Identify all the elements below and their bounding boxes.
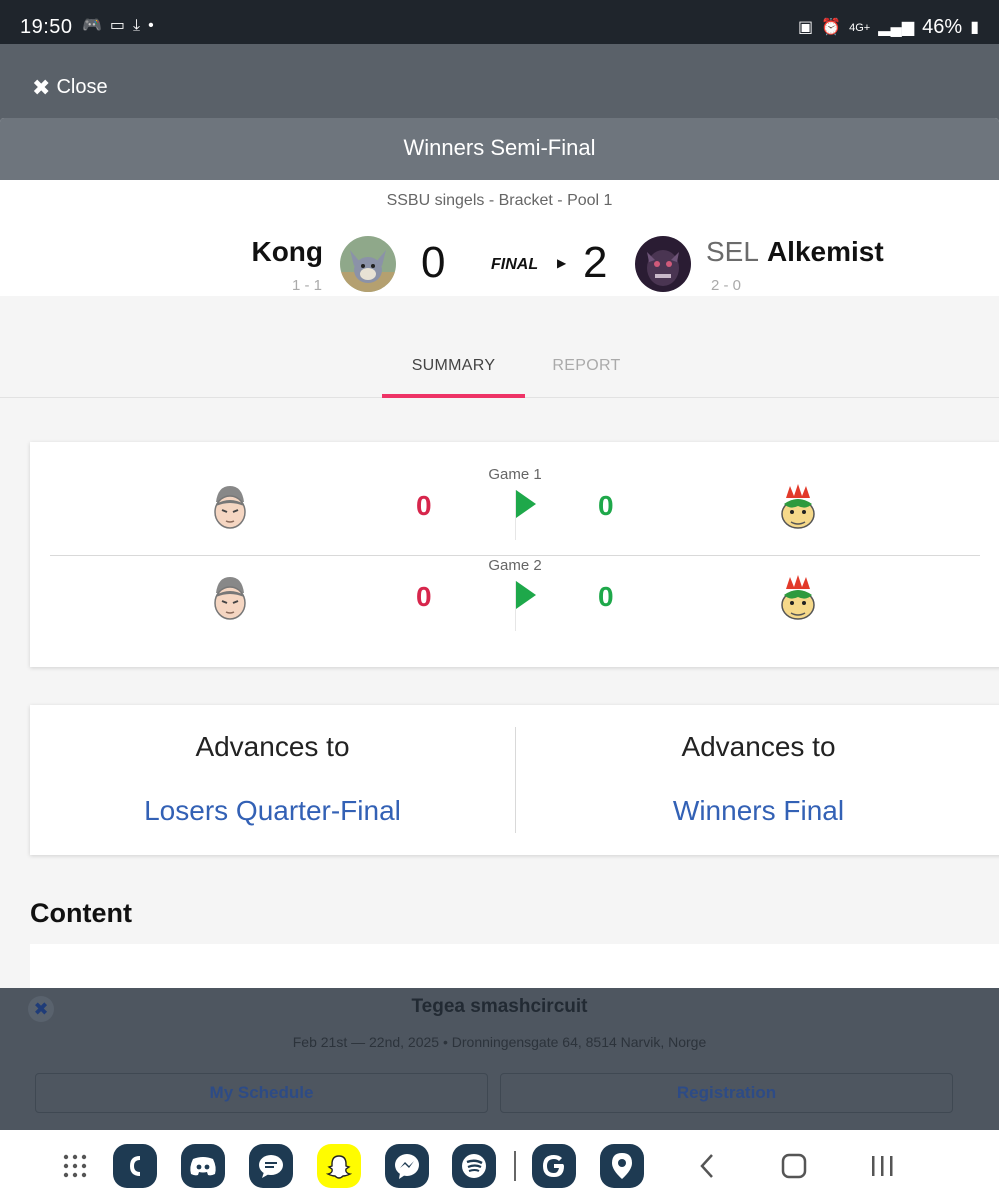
losers-quarter-final-link[interactable]: Losers Quarter-Final (30, 795, 515, 827)
maps-icon[interactable] (600, 1144, 644, 1188)
kazuya-icon (210, 484, 250, 530)
more-notifications-icon: • (148, 17, 154, 34)
network-type: 4G+ (849, 21, 871, 34)
player-right-prefix: SEL (706, 236, 759, 267)
back-icon[interactable] (685, 1144, 729, 1188)
discord-icon[interactable] (181, 1144, 225, 1188)
close-button[interactable]: ✖ Close (32, 76, 108, 99)
tab-report[interactable]: REPORT (529, 350, 644, 398)
close-icon: ✖ (32, 74, 51, 100)
messenger-icon[interactable] (385, 1144, 429, 1188)
content-card (30, 944, 999, 988)
status-bar: 19:50 🎮 ▭ ⤓ • ▣ ⏰ 4G+ ▂▄▆ 46% ▮ (0, 0, 999, 44)
messages-icon[interactable] (249, 1144, 293, 1188)
player-left-name[interactable]: Kong (251, 236, 323, 268)
match-modal: Winners Semi-Final SSBU singels - Bracke… (0, 118, 999, 988)
player-right-score: 2 (583, 238, 608, 287)
left-advance: Advances to Losers Quarter-Final (30, 705, 515, 855)
tab-summary[interactable]: SUMMARY (382, 350, 525, 398)
wallet-notification-icon: ▭ (109, 17, 126, 34)
player-left-record: 1 - 1 (292, 277, 323, 294)
home-icon[interactable] (772, 1144, 816, 1188)
recents-icon[interactable] (860, 1144, 904, 1188)
game-row: Game 2 0 0 (30, 553, 999, 643)
game-label: Game 2 (488, 557, 542, 574)
tab-bar: SUMMARY REPORT (0, 350, 999, 398)
battery-saver-icon: ▣ (798, 18, 814, 36)
player-right-avatar (635, 236, 691, 292)
match-state-label: FINAL (491, 256, 539, 273)
right-game-score: 0 (598, 490, 614, 521)
kazuya-icon (210, 575, 250, 621)
left-game-score: 0 (416, 581, 432, 612)
snapchat-icon[interactable] (317, 1144, 361, 1188)
close-label: Close (56, 76, 108, 98)
game-label: Game 1 (488, 466, 542, 483)
phone-icon[interactable] (113, 1144, 157, 1188)
bowser-icon (778, 484, 818, 530)
dock-separator (514, 1151, 516, 1181)
round-title: Winners Semi-Final (0, 118, 999, 180)
player-left-avatar (340, 236, 396, 292)
winners-final-link[interactable]: Winners Final (516, 795, 999, 827)
download-notification-icon: ⤓ (133, 17, 141, 34)
my-schedule-button[interactable]: My Schedule (35, 1073, 488, 1113)
player-left-score: 0 (421, 238, 446, 287)
winner-arrow-icon: ▶ (557, 256, 567, 270)
game-row: Game 1 0 0 (30, 462, 999, 552)
game-result-arrow-icon (516, 581, 536, 609)
player-right-record: 2 - 0 (711, 277, 742, 294)
content-title: Content (30, 898, 132, 928)
left-game-score: 0 (416, 490, 432, 521)
spotify-icon[interactable] (452, 1144, 496, 1188)
match-header: SSBU singels - Bracket - Pool 1 Kong 1 -… (0, 180, 999, 296)
player-right-name: Alkemist (766, 236, 884, 267)
event-line: SSBU singels - Bracket - Pool 1 (386, 192, 613, 209)
app-drawer-icon[interactable] (53, 1144, 97, 1188)
tournament-panel: ✖ Tegea smashcircuit Feb 21st — 22nd, 20… (0, 988, 999, 1130)
tournament-details: Feb 21st — 22nd, 2025 • Dronningensgate … (292, 1034, 707, 1050)
right-game-score: 0 (598, 581, 614, 612)
battery-icon: ▮ (970, 18, 979, 36)
advances-card: Advances to Losers Quarter-Final Advance… (30, 705, 999, 855)
bowser-icon (778, 575, 818, 621)
nav-bar (0, 1130, 999, 1200)
advances-heading: Advances to (681, 731, 836, 762)
discord-notification-icon: 🎮 (82, 17, 102, 34)
signal-icon: ▂▄▆ (878, 18, 915, 36)
advances-heading: Advances to (195, 731, 350, 762)
status-time: 19:50 (20, 16, 73, 38)
alarm-icon: ⏰ (821, 18, 842, 36)
google-icon[interactable] (532, 1144, 576, 1188)
game-result-arrow-icon (516, 490, 536, 518)
games-card: Game 1 0 0 Game 2 0 0 (30, 442, 999, 667)
tournament-name: Tegea smashcircuit (411, 996, 588, 1017)
top-bar: ✖ Close (0, 44, 999, 119)
battery-percentage: 46% (922, 16, 963, 38)
right-advance: Advances to Winners Final (516, 705, 999, 855)
player-right-name-group[interactable]: SEL Alkemist (706, 236, 884, 268)
registration-button[interactable]: Registration (500, 1073, 953, 1113)
